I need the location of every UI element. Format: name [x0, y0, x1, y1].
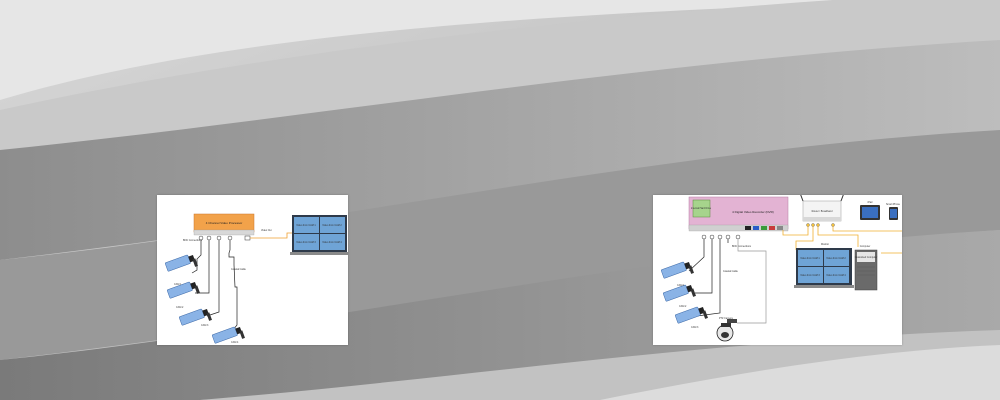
monitor-cell-3: Video from CAM 3	[800, 274, 820, 277]
camera-2	[167, 281, 200, 299]
camera-label-3: CAM 3	[201, 324, 209, 327]
monitor-cell-4: Video from CAM 4	[826, 274, 846, 277]
camera-label-3: CAM 3	[691, 326, 699, 329]
camera-label-1: CAM 1	[174, 283, 182, 286]
ptz-label: PTZ Camera	[719, 317, 733, 320]
coax-label: Coaxial Cable	[231, 268, 247, 271]
video-out-label: Video Out	[261, 229, 272, 232]
monitor-cell-4: Video from CAM 4	[322, 241, 342, 244]
coax-label: Coaxial Cable	[723, 270, 739, 273]
monitor-cell-1: Video from CAM 1	[296, 224, 316, 227]
bnc-label: BNC Connections	[732, 245, 752, 248]
router: Router / Broadband	[800, 195, 844, 227]
tablet-label: iPad	[868, 201, 873, 204]
bnc-ports	[198, 235, 251, 241]
hdd-label: Internal Hard Drive	[691, 207, 712, 210]
camera-1	[661, 261, 694, 279]
ptz-camera	[716, 319, 737, 342]
smart-phone	[889, 207, 898, 220]
camera-label-1: CAM 1	[677, 284, 685, 287]
monitor-cell-2: Video from CAM 2	[826, 257, 846, 260]
router-label: Router / Broadband	[812, 210, 834, 213]
camera-3	[675, 306, 708, 324]
analog-cctv-diagram: 4 Channel Video Processor BNC Connection…	[157, 195, 348, 345]
computer-tower: Networked Computer	[855, 249, 878, 291]
bnc-label: BNC Connections	[183, 239, 203, 242]
dvr-label: 4 Digital Video Recorder (DVR)	[732, 210, 774, 214]
dvr-network-diagram: Internal Hard Drive 4 Digital Video Reco…	[653, 195, 902, 345]
monitor: Video from CAM 1 Video from CAM 2 Video …	[794, 248, 854, 288]
computer-text: Networked Computer	[855, 256, 878, 259]
camera-label-2: CAM 2	[176, 306, 184, 309]
monitor: Video from CAM 1 Video from CAM 2 Video …	[290, 215, 348, 255]
computer-label: Computer	[860, 245, 871, 248]
monitor-cell-2: Video from CAM 2	[322, 224, 342, 227]
monitor-cell-3: Video from CAM 3	[296, 241, 316, 244]
monitor-cell-1: Video from CAM 1	[800, 257, 820, 260]
tablet	[860, 205, 880, 220]
phone-label: Smart Phone	[886, 203, 901, 206]
camera-4	[212, 326, 245, 344]
processor-label: 4 Channel Video Processor	[206, 221, 242, 225]
camera-label-4: CAM 4	[231, 341, 239, 344]
monitor-label: Monitor	[821, 243, 829, 246]
camera-label-2: CAM 2	[679, 305, 687, 308]
